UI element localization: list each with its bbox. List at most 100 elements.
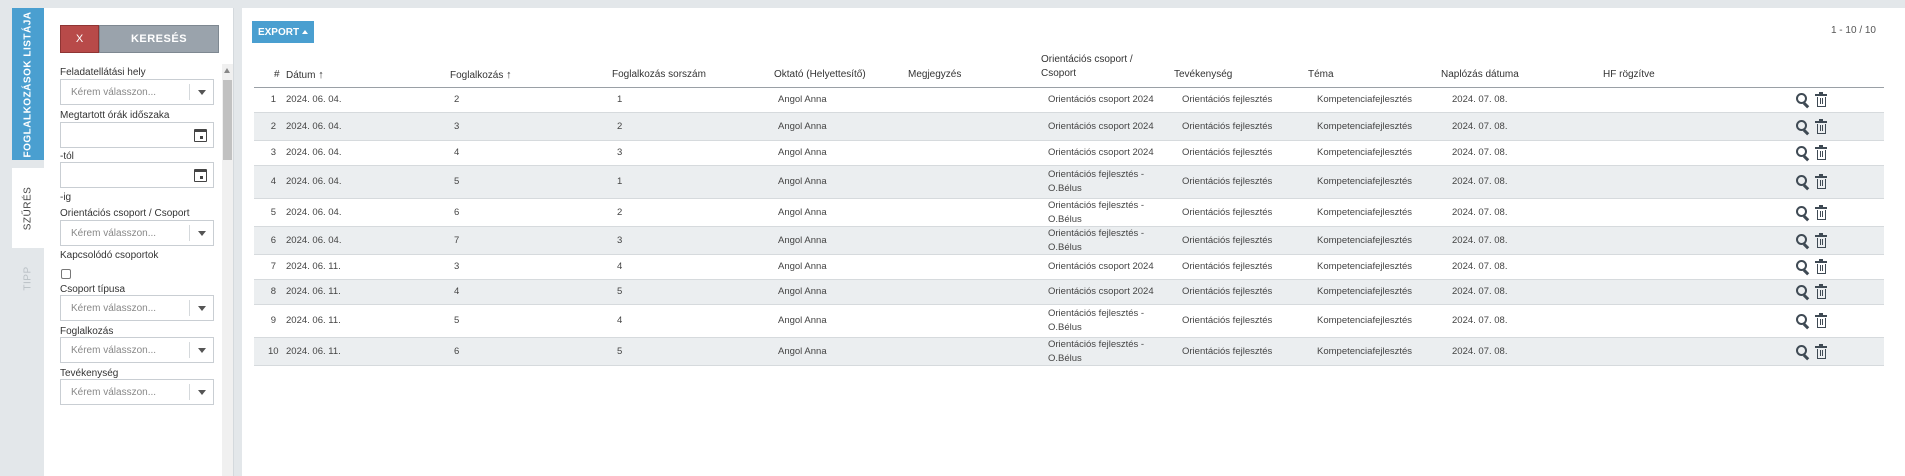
- cell-foglalkozas: 4: [454, 286, 460, 297]
- filter-scrollbar[interactable]: [222, 64, 233, 476]
- cell-datum: 2024. 06. 11.: [286, 261, 341, 272]
- cell-oktato: Angol Anna: [778, 345, 827, 357]
- select-tevekenyseg[interactable]: Kérem válasszon...: [60, 379, 214, 405]
- header-orientacios-line2: Csoport: [1041, 68, 1077, 79]
- cell-sorszam: 4: [617, 315, 623, 326]
- label-orientacios-csoport: Orientációs csoport / Csoport: [60, 208, 190, 219]
- cell-naplozas: 2024. 07. 08.: [1452, 234, 1508, 246]
- trash-icon[interactable]: [1815, 174, 1827, 189]
- table-row[interactable]: 5 2024. 06. 04. 6 2 Angol Anna Orientációs fe…: [254, 199, 1884, 227]
- select-orientacios-csoport[interactable]: Kérem válasszon...: [60, 220, 214, 246]
- search-icon[interactable]: [1796, 93, 1810, 109]
- table-row[interactable]: 7 2024. 06. 11. 3 4 Angol Anna Orientációs fe…: [254, 255, 1884, 280]
- pagination-info: 1 - 10 / 10: [1830, 25, 1876, 36]
- cell-tema: Kompetenciafejlesztés: [1317, 94, 1413, 105]
- table-row[interactable]: 10 2024. 06. 11. 6 5 Angol Anna Orientációs f…: [254, 338, 1884, 366]
- cell-oktato: Angol Anna: [778, 94, 827, 105]
- cell-num: 2: [270, 120, 276, 132]
- cell-csoport: Orientációs csoport 2024: [1048, 120, 1154, 134]
- cell-oktato: Angol Anna: [778, 261, 827, 272]
- export-button[interactable]: EXPORT: [252, 21, 314, 43]
- header-megjegyzes: Megjegyzés: [908, 69, 962, 80]
- trash-icon[interactable]: [1815, 313, 1827, 328]
- search-button[interactable]: KERESÉS: [99, 25, 219, 53]
- table-row[interactable]: 9 2024. 06. 11. 5 4 Angol Anna Orientációs fe…: [254, 305, 1884, 338]
- cell-sorszam: 1: [617, 176, 623, 187]
- select-csoport-tipusa[interactable]: Kérem válasszon...: [60, 295, 214, 321]
- cell-sorszam: 3: [617, 234, 623, 246]
- cell-tevekenyseg: Orientációs fejlesztés: [1182, 176, 1273, 187]
- cell-csoport-line1: Orientációs csoport 2024: [1048, 261, 1154, 272]
- chevron-down-icon: [189, 84, 213, 100]
- search-icon[interactable]: [1796, 119, 1810, 135]
- cell-sorszam: 2: [617, 206, 623, 218]
- cell-sorszam: 5: [617, 286, 623, 297]
- search-icon[interactable]: [1796, 146, 1810, 162]
- calendar-icon[interactable]: [194, 129, 207, 142]
- cell-foglalkozas: 7: [454, 234, 460, 246]
- cell-naplozas: 2024. 07. 08.: [1452, 94, 1508, 105]
- label-tevekenyseg: Tevékenység: [60, 368, 119, 379]
- table-row[interactable]: 6 2024. 06. 04. 7 3 Angol Anna Orientációs fe…: [254, 227, 1884, 255]
- cell-oktato: Angol Anna: [778, 120, 827, 132]
- table-row[interactable]: 3 2024. 06. 04. 4 3 Angol Anna Orientációs fe…: [254, 141, 1884, 166]
- search-icon[interactable]: [1796, 285, 1810, 301]
- trash-icon[interactable]: [1815, 92, 1827, 107]
- cell-num: 10: [268, 345, 279, 357]
- date-to-input[interactable]: [60, 162, 214, 188]
- trash-icon[interactable]: [1815, 259, 1827, 274]
- cell-datum: 2024. 06. 04.: [286, 206, 342, 218]
- filter-panel: X KERESÉS Feladatellátási hely Kérem vál…: [44, 8, 234, 476]
- table-row[interactable]: 1 2024. 06. 04. 2 1 Angol Anna Orientációs fe…: [254, 88, 1884, 113]
- trash-icon[interactable]: [1815, 118, 1827, 134]
- scroll-up-icon[interactable]: [224, 68, 230, 73]
- header-foglalkozas[interactable]: Foglalkozás ↑: [450, 68, 512, 83]
- select-feladatellatasi-hely[interactable]: Kérem válasszon...: [60, 79, 214, 105]
- cell-csoport: Orientációs fejlesztés - O.Bélus: [1048, 227, 1144, 255]
- cell-csoport: Orientációs fejlesztés - O.Bélus: [1048, 307, 1144, 335]
- search-icon[interactable]: [1796, 314, 1810, 330]
- header-datum-label: Dátum: [286, 70, 316, 81]
- tab-tip[interactable]: TIPP: [12, 253, 44, 303]
- cell-csoport: Orientációs csoport 2024: [1048, 285, 1154, 299]
- cell-sorszam: 5: [617, 345, 623, 357]
- table-row[interactable]: 2 2024. 06. 04. 3 2 Angol Anna Orientációs fe…: [254, 113, 1884, 141]
- search-icon[interactable]: [1796, 260, 1810, 276]
- search-icon[interactable]: [1796, 344, 1810, 360]
- header-datum[interactable]: Dátum ↑: [286, 68, 324, 83]
- scrollbar-thumb[interactable]: [223, 80, 232, 160]
- trash-icon[interactable]: [1815, 284, 1827, 299]
- tab-filter[interactable]: SZŰRÉS: [12, 168, 44, 248]
- trash-icon[interactable]: [1815, 343, 1827, 359]
- cell-sorszam: 4: [617, 261, 623, 272]
- cell-tevekenyseg: Orientációs fejlesztés: [1182, 120, 1273, 132]
- cell-oktato: Angol Anna: [778, 286, 827, 297]
- cell-num: 8: [270, 286, 276, 297]
- cell-num: 5: [270, 206, 276, 218]
- trash-icon[interactable]: [1815, 145, 1827, 160]
- cell-num: 3: [270, 147, 276, 158]
- calendar-icon[interactable]: [194, 169, 207, 182]
- cell-csoport-line1: Orientációs fejlesztés -: [1048, 199, 1145, 211]
- cell-csoport-line1: Orientációs csoport 2024: [1048, 120, 1154, 132]
- table-row[interactable]: 8 2024. 06. 11. 4 5 Angol Anna Orientációs fe…: [254, 280, 1884, 305]
- cell-csoport: Orientációs fejlesztés - O.Bélus: [1048, 168, 1144, 196]
- cell-datum: 2024. 06. 11.: [286, 315, 341, 326]
- clear-filter-button[interactable]: X: [60, 25, 99, 53]
- search-icon[interactable]: [1796, 205, 1810, 221]
- date-from-input[interactable]: [60, 122, 214, 148]
- search-icon[interactable]: [1796, 233, 1810, 249]
- table-row[interactable]: 4 2024. 06. 04. 5 1 Angol Anna Orientációs fe…: [254, 166, 1884, 199]
- cell-datum: 2024. 06. 11.: [286, 286, 341, 297]
- trash-icon[interactable]: [1815, 204, 1827, 220]
- cell-csoport: Orientációs csoport 2024: [1048, 93, 1154, 107]
- search-icon[interactable]: [1796, 175, 1810, 191]
- header-hf: HF rögzítve: [1603, 69, 1655, 80]
- main-content: EXPORT 1 - 10 / 10 # Dátum ↑ Foglalkozás…: [242, 8, 1905, 476]
- trash-icon[interactable]: [1815, 232, 1827, 248]
- header-naplozas: Naplózás dátuma: [1441, 69, 1519, 80]
- tab-lessons-list[interactable]: FOGLALKOZÁSOK LISTÁJA: [12, 8, 44, 160]
- select-foglalkozas[interactable]: Kérem válasszon...: [60, 337, 214, 363]
- header-orientacios-line1: Orientációs csoport /: [1041, 54, 1133, 65]
- checkbox-kapcsolodo-csoportok[interactable]: [61, 269, 71, 279]
